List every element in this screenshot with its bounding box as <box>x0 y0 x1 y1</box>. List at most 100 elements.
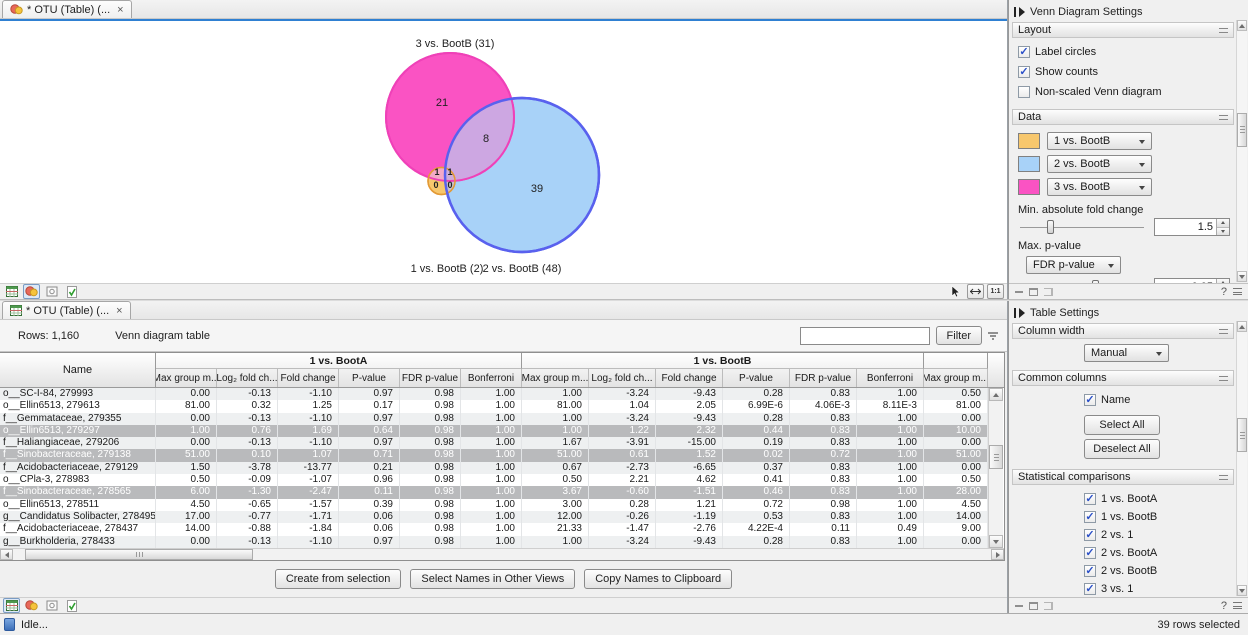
column-header[interactable]: Fold change <box>656 369 723 387</box>
data-group-header[interactable]: Data <box>1012 109 1234 125</box>
series-color-swatch[interactable] <box>1018 133 1040 149</box>
column-header-name[interactable]: Name <box>0 353 156 387</box>
preferences-icon[interactable] <box>1233 288 1242 295</box>
horizontal-scrollbar[interactable] <box>0 548 1004 560</box>
help-icon[interactable]: ? <box>1221 600 1227 612</box>
column-option-row[interactable]: ✓ Name <box>1084 393 1234 407</box>
column-header[interactable]: Log₂ fold ch... <box>589 369 656 387</box>
table-row[interactable]: f__Gemmataceae, 279355 0.00 -0.13 -1.10 … <box>0 413 988 425</box>
scroll-right-icon[interactable] <box>991 549 1004 560</box>
column-header[interactable]: FDR p-value <box>790 369 857 387</box>
table-row[interactable]: o__Ellin6513, 279297 1.00 0.76 1.69 0.64… <box>0 425 988 437</box>
element-info-button[interactable] <box>63 598 80 613</box>
series-combo[interactable]: 1 vs. BootB <box>1047 132 1152 150</box>
comparison-option-row[interactable]: ✓ 2 vs. BootB <box>1084 564 1230 578</box>
statistical-comparisons-header[interactable]: Statistical comparisons <box>1012 469 1234 485</box>
column-width-header[interactable]: Column width <box>1012 323 1234 339</box>
collapse-all-icon[interactable] <box>1015 605 1023 607</box>
group-collapse-icon[interactable] <box>1219 376 1228 381</box>
checkbox-icon[interactable]: ✓ <box>1084 565 1096 577</box>
checkbox-icon[interactable]: ✓ <box>1018 86 1030 98</box>
filter-input[interactable] <box>800 327 930 345</box>
checkbox-icon[interactable]: ✓ <box>1084 547 1096 559</box>
checkbox-icon[interactable]: ✓ <box>1084 583 1096 595</box>
tab-otu-table-venn[interactable]: * OTU (Table) (... × <box>2 0 132 18</box>
column-header[interactable]: Bonferroni <box>857 369 924 387</box>
column-header[interactable]: Fold change <box>278 369 339 387</box>
checkbox-icon[interactable]: ✓ <box>1084 511 1096 523</box>
checkbox-icon[interactable]: ✓ <box>1084 529 1096 541</box>
scroll-thumb[interactable] <box>989 445 1003 469</box>
table-row[interactable]: f__Sinobacteraceae, 279138 51.00 0.10 1.… <box>0 449 988 461</box>
close-icon[interactable]: × <box>116 306 122 316</box>
table-view-button[interactable] <box>3 284 20 299</box>
slider-thumb[interactable] <box>1092 280 1099 283</box>
column-header[interactable]: P-value <box>339 369 400 387</box>
comparison-option-row[interactable]: ✓ 1 vs. BootA <box>1084 492 1230 506</box>
zoom-100-button[interactable]: 1:1 <box>987 284 1004 299</box>
slider-thumb[interactable] <box>1047 220 1054 234</box>
element-info-button[interactable] <box>63 284 80 299</box>
max-p-slider[interactable] <box>1018 279 1146 283</box>
venn-settings-title[interactable]: Venn Diagram Settings <box>1009 0 1248 20</box>
float-panel-icon[interactable] <box>1029 602 1038 610</box>
checkbox-icon[interactable]: ✓ <box>1018 66 1030 78</box>
action-button[interactable]: Copy Names to Clipboard <box>584 569 732 589</box>
column-width-combo[interactable]: Manual <box>1084 344 1169 362</box>
layout-option-row[interactable]: ✓ Show counts <box>1018 65 1230 79</box>
scroll-down-icon[interactable] <box>1237 271 1247 282</box>
venn-view-button[interactable] <box>23 284 40 299</box>
column-header[interactable]: Max group m... <box>924 369 988 387</box>
table-view-button[interactable] <box>3 598 20 613</box>
scroll-up-icon[interactable] <box>989 388 1003 401</box>
preferences-icon[interactable] <box>1233 602 1242 609</box>
table-row[interactable]: f__Acidobacteriaceae, 279129 1.50 -3.78 … <box>0 462 988 474</box>
dock-panel-icon[interactable] <box>1044 288 1053 296</box>
scroll-up-icon[interactable] <box>1237 321 1247 332</box>
scroll-thumb[interactable] <box>25 549 253 560</box>
table-row[interactable]: f__Acidobacteriaceae, 278437 14.00 -0.88… <box>0 523 988 535</box>
layout-option-row[interactable]: ✓ Non-scaled Venn diagram <box>1018 85 1230 99</box>
panel-scrollbar[interactable] <box>1236 321 1247 596</box>
group-collapse-icon[interactable] <box>1219 115 1228 120</box>
common-columns-header[interactable]: Common columns <box>1012 370 1234 386</box>
table-row[interactable]: o__SC-I-84, 279993 0.00 -0.13 -1.10 0.97… <box>0 388 988 400</box>
column-header[interactable]: P-value <box>723 369 790 387</box>
select-all-button[interactable]: Select All <box>1084 415 1160 435</box>
column-header[interactable]: Log₂ fold ch... <box>217 369 278 387</box>
table-row[interactable]: f__Sinobacteraceae, 278565 6.00 -1.30 -2… <box>0 486 988 498</box>
fit-width-button[interactable] <box>967 284 984 299</box>
help-icon[interactable]: ? <box>1221 286 1227 298</box>
cursor-tool-icon[interactable] <box>947 284 964 299</box>
collapse-all-icon[interactable] <box>1015 291 1023 293</box>
table-row[interactable]: o__CPla-3, 278983 0.50 -0.09 -1.07 0.96 … <box>0 474 988 486</box>
column-header[interactable]: Max group m... <box>522 369 589 387</box>
series-color-swatch[interactable] <box>1018 156 1040 172</box>
dock-panel-icon[interactable] <box>1044 602 1053 610</box>
scroll-down-icon[interactable] <box>1237 585 1247 596</box>
action-button[interactable]: Create from selection <box>275 569 402 589</box>
series-combo[interactable]: 2 vs. BootB <box>1047 155 1152 173</box>
venn-diagram-canvas[interactable]: 3 vs. BootB (31) 21 8 1 1 0 0 39 1 vs. B… <box>0 21 1007 283</box>
tab-otu-table[interactable]: * OTU (Table) (... × <box>2 301 131 319</box>
column-header[interactable]: FDR p-value <box>400 369 461 387</box>
panel-scrollbar[interactable] <box>1236 20 1247 282</box>
deselect-all-button[interactable]: Deselect All <box>1084 439 1160 459</box>
advanced-filter-icon[interactable] <box>987 331 999 341</box>
spinner-down-icon[interactable] <box>1217 228 1229 236</box>
group-collapse-icon[interactable] <box>1219 475 1228 480</box>
checkbox-icon[interactable]: ✓ <box>1018 46 1030 58</box>
checkbox-icon[interactable]: ✓ <box>1084 394 1096 406</box>
scroll-up-icon[interactable] <box>1237 20 1247 31</box>
scroll-thumb[interactable] <box>1237 113 1247 147</box>
series-color-swatch[interactable] <box>1018 179 1040 195</box>
table-row[interactable]: g__Burkholderia, 278433 0.00 -0.13 -1.10… <box>0 536 988 548</box>
min-fold-spinner[interactable]: 1.5 <box>1154 218 1230 236</box>
comparison-option-row[interactable]: ✓ 1 vs. BootB <box>1084 510 1230 524</box>
scroll-thumb[interactable] <box>1237 418 1247 452</box>
graphics-view-button[interactable] <box>43 284 60 299</box>
comparison-option-row[interactable]: ✓ 3 vs. 1 <box>1084 582 1230 596</box>
comparison-option-row[interactable]: ✓ 2 vs. 1 <box>1084 528 1230 542</box>
spinner-up-icon[interactable] <box>1217 219 1229 228</box>
vertical-scrollbar[interactable] <box>988 388 1003 548</box>
